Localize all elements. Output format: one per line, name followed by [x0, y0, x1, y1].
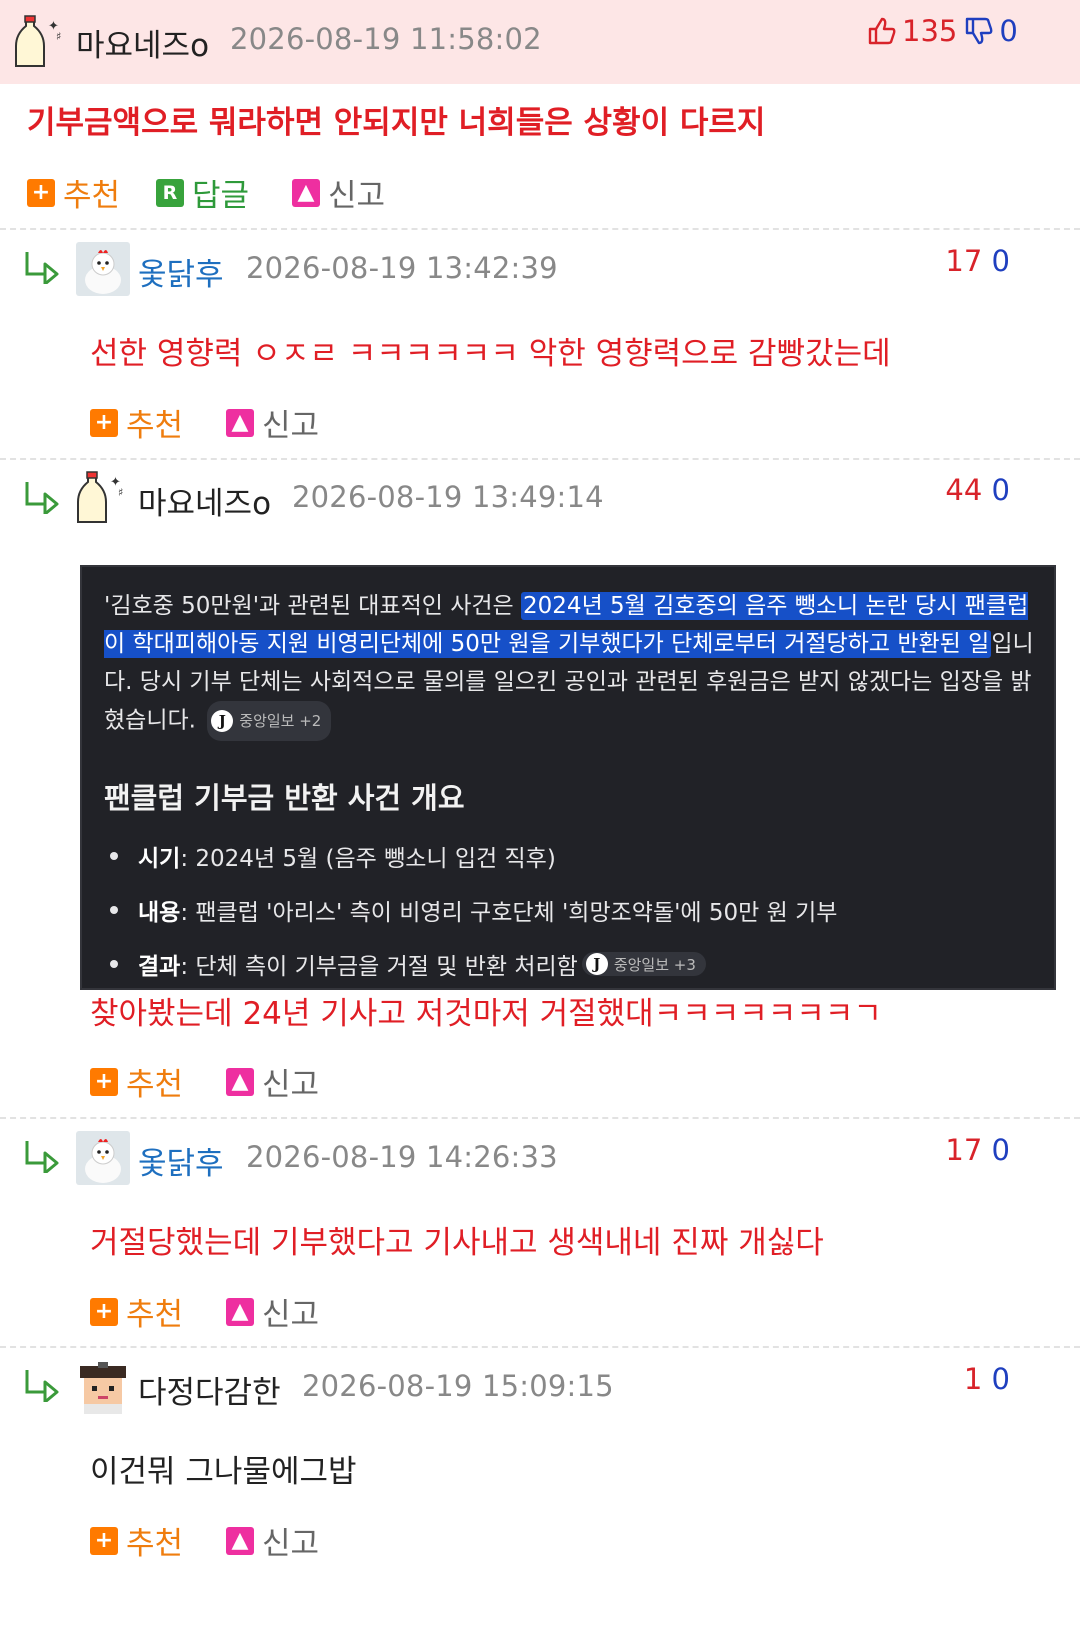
joongang-logo-icon: J [585, 953, 608, 975]
comment-date: 2026-08-19 13:49:14 [292, 480, 604, 514]
recommend-button[interactable]: + 추천 [90, 1059, 183, 1104]
comment-votes: 44 0 [945, 473, 1010, 507]
svg-text:♯: ♯ [56, 30, 61, 43]
report-button[interactable]: ▲ 신고 [226, 1059, 319, 1104]
comment-text: 이건뭐 그나물에그밥 [90, 1454, 357, 1490]
siren-icon: ▲ [226, 408, 254, 437]
reply-arrow-icon [25, 482, 59, 514]
mayonnaise-avatar-icon: ✦ ♯ [15, 15, 61, 67]
divider [0, 1117, 1080, 1119]
plus-icon: + [90, 1526, 118, 1555]
chicken-avatar-icon [76, 242, 130, 296]
comment-votes: 17 0 [945, 244, 1010, 278]
comment-text: 선한 영향력 ㅇㅈㄹ ㅋㅋㅋㅋㅋㅋ 악한 영향력으로 감빵갔는데 [90, 336, 891, 372]
comment-votes: 1 0 [963, 1362, 1010, 1396]
comment-author[interactable]: 마요네즈o [138, 478, 271, 523]
divider [0, 458, 1080, 460]
siren-icon: ▲ [226, 1297, 254, 1326]
thumbs-up-icon[interactable] [866, 15, 898, 47]
siren-icon: ▲ [226, 1526, 254, 1555]
mayonnaise-avatar-icon: ✦ ♯ [77, 471, 123, 523]
comment-text: 찾아봤는데 24년 기사고 저것마저 거절했대ㅋㅋㅋㅋㅋㅋㅋㄱ [90, 996, 882, 1032]
chicken-avatar-icon [76, 1131, 130, 1185]
report-button[interactable]: ▲ 신고 [226, 1518, 319, 1563]
plus-icon: + [27, 178, 55, 207]
post-down-count: 0 [999, 14, 1018, 48]
reply-label: 답글 [192, 178, 250, 214]
screenshot-intro: '김호중 50만원'과 관련된 대표적인 사건은 2024년 5월 김호중의 음… [104, 587, 1034, 741]
embedded-screenshot: '김호중 50만원'과 관련된 대표적인 사건은 2024년 5월 김호중의 음… [80, 565, 1056, 990]
report-label: 신고 [328, 178, 386, 214]
divider [0, 1346, 1080, 1348]
comment-votes: 17 0 [945, 1133, 1010, 1167]
recommend-button[interactable]: + 추천 [90, 1289, 183, 1334]
reply-arrow-icon [25, 1141, 59, 1173]
report-button[interactable]: ▲ 신고 [292, 170, 385, 215]
reply-icon: R [156, 178, 184, 207]
pixel-character-avatar-icon [76, 1360, 130, 1414]
thumbs-down-icon[interactable] [963, 15, 995, 47]
post-votes: 135 0 [866, 14, 1018, 48]
siren-icon: ▲ [226, 1067, 254, 1096]
reply-arrow-icon [25, 252, 59, 284]
plus-icon: + [90, 1297, 118, 1326]
recommend-button[interactable]: + 추천 [90, 400, 183, 445]
list-item: 시기: 2024년 5월 (음주 뺑소니 입건 직후) [104, 829, 837, 883]
joongang-logo-icon: J [211, 710, 234, 732]
source-chip[interactable]: J 중앙일보 +2 [207, 701, 332, 741]
comment-text: 거절당했는데 기부했다고 기사내고 생색내네 진짜 개싫다 [90, 1225, 824, 1261]
post-date: 2026-08-19 11:58:02 [230, 22, 542, 56]
comment-author[interactable]: 옻닭후 [138, 1138, 224, 1183]
comment-date: 2026-08-19 13:42:39 [246, 251, 558, 285]
plus-icon: + [90, 408, 118, 437]
comment-date: 2026-08-19 14:26:33 [246, 1140, 558, 1174]
comment-author[interactable]: 다정다감한 [138, 1367, 281, 1412]
comment-date: 2026-08-19 15:09:15 [302, 1369, 614, 1403]
screenshot-bullets: 시기: 2024년 5월 (음주 뺑소니 입건 직후) 내용: 팬클럽 '아리스… [104, 829, 837, 991]
recommend-label: 추천 [63, 178, 121, 214]
siren-icon: ▲ [292, 178, 320, 207]
divider [0, 228, 1080, 230]
post-title: 기부금액으로 뭐라하면 안되지만 너희들은 상황이 다르지 [27, 105, 766, 141]
post-author[interactable]: 마요네즈o [76, 20, 209, 65]
svg-text:♯: ♯ [118, 486, 123, 499]
comment-author[interactable]: 옻닭후 [138, 249, 224, 294]
reply-button[interactable]: R 답글 [156, 170, 249, 215]
report-button[interactable]: ▲ 신고 [226, 400, 319, 445]
list-item: 결과: 단체 측이 기부금을 거절 및 반환 처리함 J 중앙일보 +3 [104, 937, 837, 991]
reply-arrow-icon [25, 1370, 59, 1402]
recommend-button[interactable]: + 추천 [27, 170, 120, 215]
post-up-count: 135 [902, 14, 958, 48]
list-item: 내용: 팬클럽 '아리스' 측이 비영리 구호단체 '희망조약돌'에 50만 원… [104, 883, 837, 937]
plus-icon: + [90, 1067, 118, 1096]
screenshot-heading: 팬클럽 기부금 반환 사건 개요 [104, 781, 465, 815]
report-button[interactable]: ▲ 신고 [226, 1289, 319, 1334]
source-chip[interactable]: J 중앙일보 +3 [581, 952, 706, 976]
recommend-button[interactable]: + 추천 [90, 1518, 183, 1563]
